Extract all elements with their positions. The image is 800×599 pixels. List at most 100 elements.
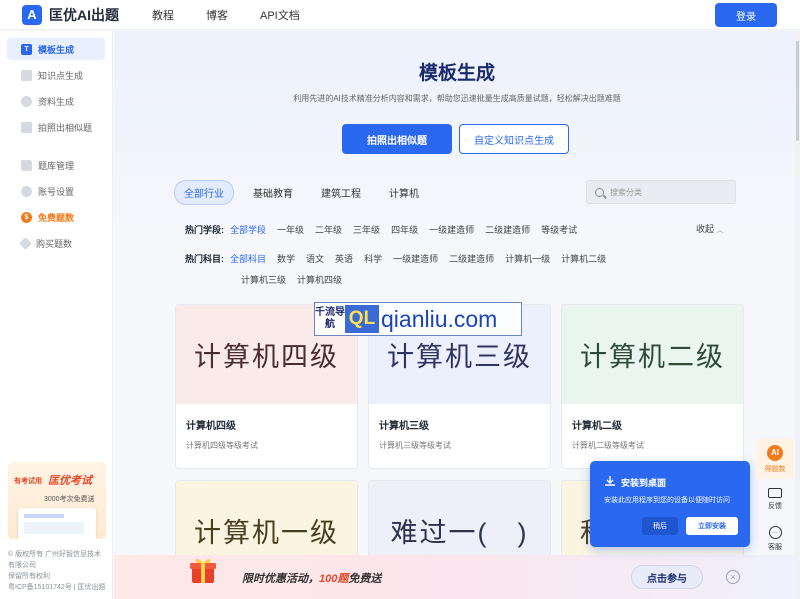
stage-option[interactable]: 全部学段 [230,223,266,236]
template-card[interactable]: 计算机二级 计算机二级 计算机二级等级考试 [561,304,744,469]
watermark-domain: qianliu.com [381,305,498,332]
sidebar-item-account[interactable]: 账号设置 [7,180,105,202]
bank-icon [21,159,32,171]
watermark-cn-text: 千流导航 [315,307,345,330]
tab-computer[interactable]: 计算机 [380,181,428,204]
tab-all-industry[interactable]: 全部行业 [174,180,234,205]
promo-text: 限时优惠活动，100题免费送 [242,570,381,586]
card-description: 计算机二级等级考试 [572,441,644,450]
top-nav: 教程 博客 API文档 [152,7,300,23]
promo-highlight: 100题 [319,573,349,585]
subject-option[interactable]: 全部科目 [230,252,266,265]
template-icon: T [21,43,32,55]
page-subtitle: 利用先进的AI技术精准分析内容和需求，帮助您迅速批量生成高质量试题，轻松解决出题… [293,94,621,103]
collapse-filter-button[interactable]: 收起 ︿ [696,222,724,235]
custom-knowledge-button[interactable]: 自定义知识点生成 [459,124,569,154]
icp-text[interactable]: 粤ICP备15101742号 | 匡优出题 [8,582,108,593]
mail-icon [768,487,782,498]
close-icon[interactable]: × [726,570,740,584]
nav-tutorial[interactable]: 教程 [152,7,174,23]
gift-icon [190,559,216,583]
knowledge-icon [21,69,32,81]
diamond-icon [19,236,32,250]
sidebar-item-label: 知识点生成 [38,70,84,81]
float-get-questions[interactable]: AI 得题数 [756,439,794,479]
sidebar-item-label: 题库管理 [38,160,75,171]
sidebar: T 模板生成 知识点生成 资料生成 拍照出相似题 题库管理 账号设置 $ 免费题… [0,31,113,599]
subject-option[interactable]: 计算机二级 [561,252,606,265]
exam-promo-banner[interactable]: 有考试用 匡优考试 3000考次免费送 [8,462,106,539]
industry-tabs: 全部行业 基础教育 建筑工程 计算机 [174,180,428,205]
sidebar-item-label: 购买题数 [36,238,73,249]
subject-option[interactable]: 计算机一级 [505,252,550,265]
subject-filter-label: 热门科目: [185,254,224,264]
card-description: 计算机四级等级考试 [186,441,258,450]
photo-similar-button[interactable]: 拍照出相似题 [342,124,452,154]
tab-basic-education[interactable]: 基础教育 [244,181,302,204]
watermark-logo-box: QL [345,305,379,333]
stage-option[interactable]: 二级建造师 [485,223,530,236]
float-feedback[interactable]: 反馈 [756,479,794,519]
card-title: 计算机四级 [186,421,236,432]
page-scrollbar[interactable] [795,31,800,599]
subject-option[interactable]: 计算机三级 [241,273,286,286]
subject-option[interactable]: 计算机四级 [297,273,342,286]
install-now-button[interactable]: 立即安装 [686,517,738,535]
stage-option[interactable]: 一级建造师 [429,223,474,236]
sidebar-item-question-bank[interactable]: 题库管理 [7,154,105,176]
subject-option[interactable]: 英语 [335,252,353,265]
stage-option[interactable]: 一年级 [277,223,304,236]
card-cover: 计算机二级 [562,305,743,404]
stage-filter-row: 热门学段: 全部学段 一年级 二年级 三年级 四年级 一级建造师 二级建造师 等… [185,223,588,236]
subject-option[interactable]: 二级建造师 [449,252,494,265]
user-icon [21,185,32,197]
banner-subtitle: 3000考次免费送 [44,496,95,503]
sidebar-item-free-questions[interactable]: $ 免费题数 [7,206,105,228]
sidebar-item-template[interactable]: T 模板生成 [7,38,105,60]
stage-option[interactable]: 三年级 [353,223,380,236]
float-customer-service[interactable]: ··· 客服 [756,519,794,559]
nav-blog[interactable]: 博客 [206,7,228,23]
sidebar-item-buy-questions[interactable]: 购买题数 [7,232,105,254]
install-title: 安装到桌面 [621,478,667,488]
sidebar-item-knowledge[interactable]: 知识点生成 [7,64,105,86]
copyright-text: © 版权所有 广州好智信息技术有限公司 [8,551,102,569]
subject-option[interactable]: 科学 [364,252,382,265]
install-popup: 安装到桌面 安装此应用程序到您的设备以便随时访问 稍后 立即安装 [590,461,750,547]
stage-option[interactable]: 等级考试 [541,223,577,236]
promo-text-a: 限时优惠活动， [242,573,319,585]
sidebar-item-label: 拍照出相似题 [38,122,93,133]
rights-text: 保留所有权利 [8,573,50,580]
subject-option[interactable]: 数学 [277,252,295,265]
sidebar-item-label: 免费题数 [38,212,75,223]
float-label: 反馈 [768,502,782,510]
stage-option[interactable]: 二年级 [315,223,342,236]
download-icon [604,475,616,490]
sidebar-item-document[interactable]: 资料生成 [7,90,105,112]
tab-construction[interactable]: 建筑工程 [312,181,370,204]
category-search [586,180,736,204]
subject-filter-row: 热门科目: 全部科目 数学 语文 英语 科学 一级建造师 二级建造师 计算机一级… [185,252,617,265]
ai-icon: AI [767,444,783,461]
right-float-bar: AI 得题数 反馈 ··· 客服 [756,439,794,559]
card-title: 计算机三级 [379,421,429,432]
top-header: A 匡优AI出题 教程 博客 API文档 登录 [0,0,800,30]
coin-icon: $ [21,211,32,223]
nav-api-docs[interactable]: API文档 [260,7,300,23]
brand-logo[interactable]: A 匡优AI出题 [22,4,152,25]
stage-filter-label: 热门学段: [185,225,224,235]
sidebar-item-photo-similar[interactable]: 拍照出相似题 [7,116,105,138]
sidebar-item-label: 模板生成 [38,44,75,55]
join-promo-button[interactable]: 点击参与 [631,565,703,589]
subject-option[interactable]: 语文 [306,252,324,265]
subject-filter-row-2: 计算机三级 计算机四级 [241,273,353,286]
search-icon [595,187,604,197]
login-button[interactable]: 登录 [715,3,777,27]
subject-option[interactable]: 一级建造师 [393,252,438,265]
search-input[interactable] [610,187,730,197]
collapse-label: 收起 [696,224,715,234]
float-label: 得题数 [764,465,786,473]
watermark: 千流导航 QL qianliu.com [314,302,522,336]
stage-option[interactable]: 四年级 [391,223,418,236]
install-later-button[interactable]: 稍后 [642,517,678,535]
